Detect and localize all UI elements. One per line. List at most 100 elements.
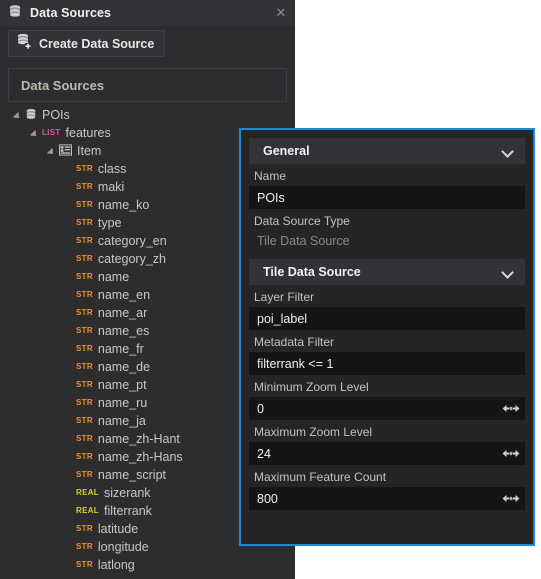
layer-filter-input[interactable]: poi_label — [249, 307, 525, 330]
type-badge-list: LIST — [42, 128, 61, 137]
type-badge-str: STR — [76, 344, 93, 353]
dock-title: Data Sources — [30, 6, 112, 20]
tile-data-source-group-header[interactable]: Tile Data Source — [249, 259, 525, 285]
chevron-down-icon[interactable] — [501, 268, 515, 277]
tree-item-label: category_zh — [97, 252, 167, 266]
maximum-zoom-level-label: Maximum Zoom Level — [254, 425, 373, 439]
maximum-zoom-level-group: Maximum Zoom Level 24 — [241, 425, 533, 465]
minimum-zoom-level-input[interactable]: 0 — [249, 397, 525, 420]
left-right-arrows-icon[interactable] — [501, 447, 521, 460]
tree-item-label: latlong — [97, 558, 135, 572]
minimum-zoom-level-group: Minimum Zoom Level 0 — [241, 380, 533, 420]
tree-item-label: type — [97, 216, 122, 230]
general-group-header[interactable]: General — [249, 138, 525, 164]
tree-item-label: POIs — [42, 108, 70, 122]
data-source-type-value: Tile Data Source — [257, 234, 350, 248]
type-badge-str: STR — [76, 200, 93, 209]
tree-item-label: maki — [97, 180, 125, 194]
type-badge-str: STR — [76, 308, 93, 317]
metadata-filter-input[interactable]: filterrank <= 1 — [249, 352, 525, 375]
tree-item-label: category_en — [97, 234, 167, 248]
type-badge-str: STR — [76, 470, 93, 479]
maximum-feature-count-input[interactable]: 800 — [249, 487, 525, 510]
properties-panel: General Name POIs Data Source Type Tile … — [239, 128, 535, 546]
data-source-type-label: Data Source Type — [254, 214, 350, 228]
tree-item-label: class — [97, 162, 127, 176]
data-sources-list-header: Data Sources — [8, 68, 287, 102]
tree-item-label: features — [65, 126, 111, 140]
chevron-down-icon[interactable] — [501, 147, 515, 156]
left-right-arrows-icon[interactable] — [501, 402, 521, 415]
type-badge-str: STR — [76, 416, 93, 425]
create-data-source-label: Create Data Source — [39, 36, 155, 51]
type-badge-str: STR — [76, 164, 93, 173]
maximum-zoom-level-input[interactable]: 24 — [249, 442, 525, 465]
type-badge-str: STR — [76, 524, 93, 533]
tree-item-label: name_de — [97, 360, 151, 374]
dock-title-bar: Data Sources ✕ — [0, 0, 295, 26]
type-badge-str: STR — [76, 218, 93, 227]
expand-arrow-icon[interactable] — [31, 128, 42, 139]
tree-item-label: name_ar — [97, 306, 148, 320]
metadata-filter-group: Metadata Filter filterrank <= 1 — [241, 335, 533, 375]
metadata-filter-label: Metadata Filter — [254, 335, 335, 349]
type-badge-real: REAL — [76, 506, 99, 515]
tree-item-label: name_zh-Hant — [97, 432, 180, 446]
type-badge-real: REAL — [76, 488, 99, 497]
tree-item-label: name_en — [97, 288, 151, 302]
close-icon[interactable]: ✕ — [273, 5, 289, 21]
tree-item-label: latitude — [97, 522, 139, 536]
app-root: Data Sources ✕ Create Data Source Data S… — [0, 0, 541, 579]
tree-item-label: name — [97, 270, 130, 284]
type-badge-str: STR — [76, 182, 93, 191]
tree-item-label: name_ja — [97, 414, 146, 428]
type-badge-str: STR — [76, 560, 93, 569]
maximum-feature-count-label: Maximum Feature Count — [254, 470, 387, 484]
tree-item-label: longitude — [97, 540, 149, 554]
name-field-group: Name POIs — [241, 169, 533, 209]
type-badge-str: STR — [76, 326, 93, 335]
create-data-source-button[interactable]: Create Data Source — [8, 30, 166, 57]
tree-item-label: name_es — [97, 324, 150, 338]
database-plus-icon — [16, 33, 32, 54]
general-group-title: General — [263, 144, 310, 158]
type-badge-str: STR — [76, 236, 93, 245]
tree-item-label: name_script — [97, 468, 166, 482]
expand-arrow-icon[interactable] — [14, 110, 25, 121]
tree-item-label: name_fr — [97, 342, 144, 356]
left-right-arrows-icon[interactable] — [501, 492, 521, 505]
name-label: Name — [254, 169, 287, 183]
name-input[interactable]: POIs — [249, 186, 525, 209]
type-badge-str: STR — [76, 452, 93, 461]
tree-item-pois[interactable]: POIs — [0, 106, 295, 124]
database-icon — [25, 108, 37, 123]
type-badge-str: STR — [76, 272, 93, 281]
type-badge-str: STR — [76, 380, 93, 389]
type-badge-str: STR — [76, 434, 93, 443]
expand-arrow-icon[interactable] — [48, 146, 59, 157]
maximum-feature-count-group: Maximum Feature Count 800 — [241, 470, 533, 510]
tree-item-label: name_ko — [97, 198, 150, 212]
tree-item-label: filterrank — [103, 504, 152, 518]
tree-item-latlong[interactable]: STR latlong — [0, 556, 295, 574]
